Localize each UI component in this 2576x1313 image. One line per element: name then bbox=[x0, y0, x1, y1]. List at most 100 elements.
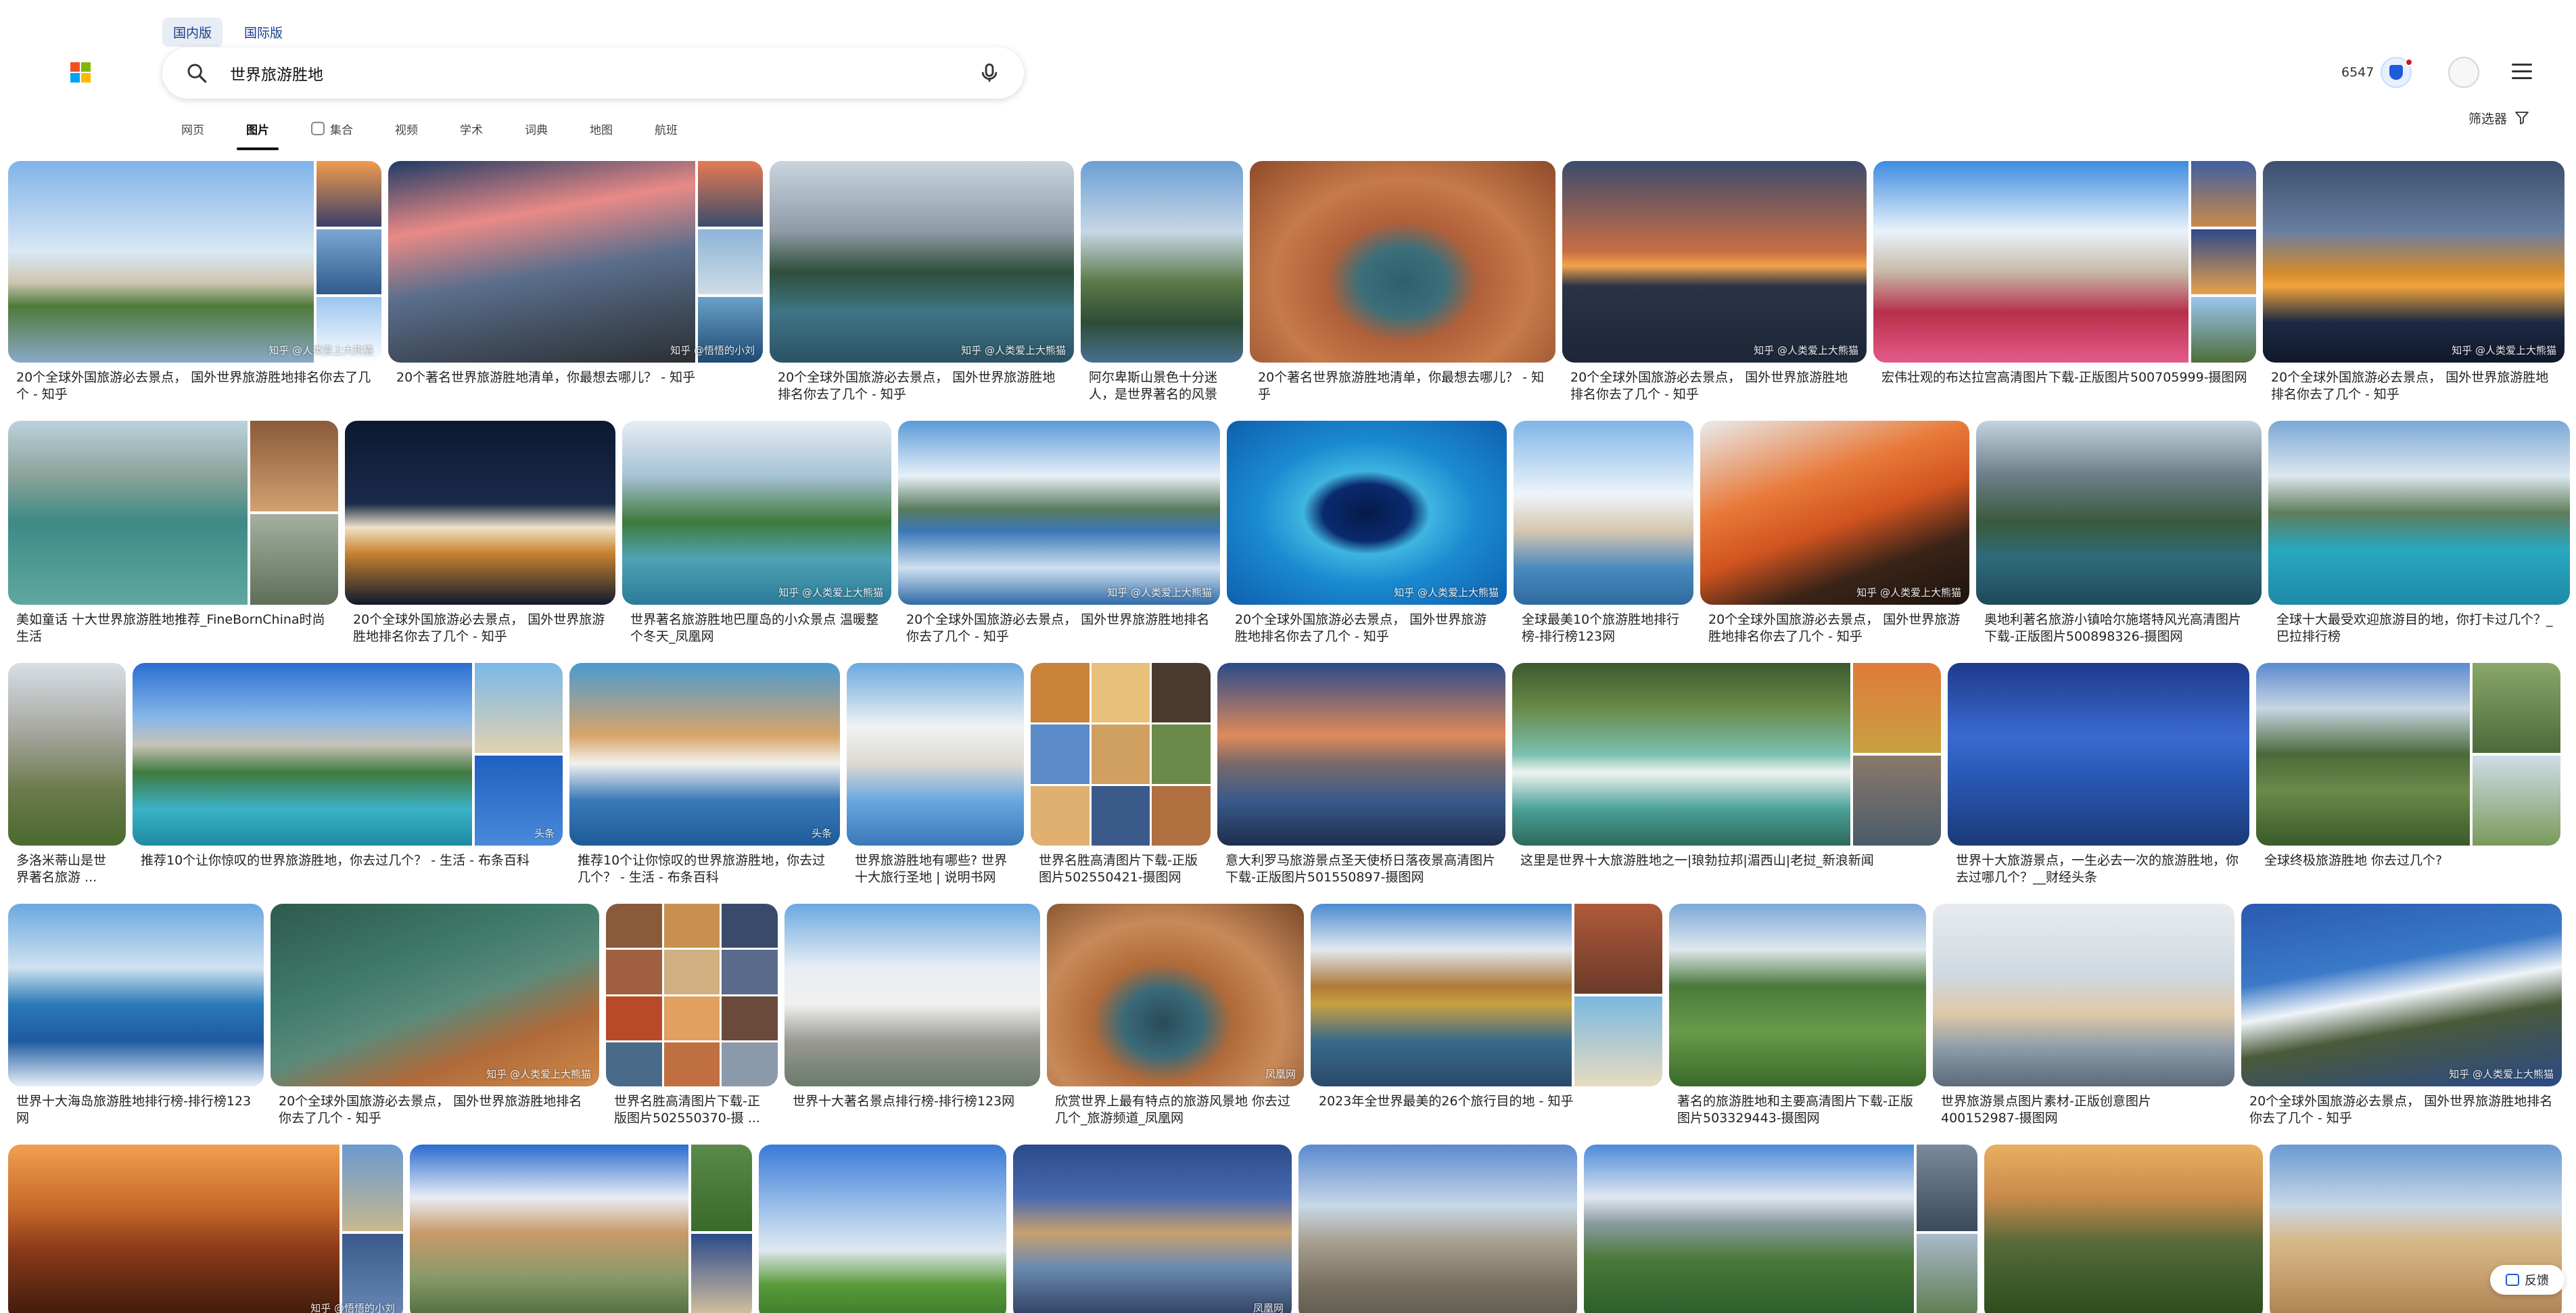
image-result[interactable]: 知乎 @人类爱上大熊猫 20个全球外国旅游必去景点， 国外世界旅游胜地排名你去了… bbox=[271, 904, 599, 1127]
tab-flights[interactable]: 航班 bbox=[655, 115, 678, 142]
image-result[interactable]: 知乎 @人类爱上大熊猫 20个全球外国旅游必去景点， 国外世界旅游胜地排名你去了… bbox=[2241, 904, 2562, 1127]
image-result[interactable]: 世界名胜高清图片下载-正版图片502550421-摄图网 bbox=[1031, 663, 1211, 886]
bali-temple-image bbox=[8, 904, 264, 1086]
bali-cliff-image bbox=[622, 421, 891, 605]
potala-palace-image bbox=[1873, 161, 2188, 363]
image-result[interactable] bbox=[410, 1145, 752, 1313]
great-wall-image bbox=[1984, 1145, 2263, 1313]
image-result[interactable]: 20个著名世界旅游胜地清单，你最想去哪儿？ - 知乎 bbox=[1250, 161, 1555, 403]
feedback-button[interactable]: 反馈 bbox=[2490, 1265, 2565, 1295]
result-caption: 20个著名世界旅游胜地清单，你最想去哪儿？ - 知乎 bbox=[1258, 370, 1545, 402]
region-switch: 国内版 国际版 bbox=[162, 18, 294, 47]
result-row: 知乎 @人类爱上大热猫 20个全球外国旅游必去景点， 国外世界旅游胜地排名你去了… bbox=[8, 161, 2576, 403]
image-result[interactable]: 世界旅游胜地有哪些? 世界十大旅行圣地 | 说明书网 bbox=[847, 663, 1024, 886]
image-result[interactable]: 20个全球外国旅游必去景点， 国外世界旅游胜地排名你去了几个 - 知乎 bbox=[345, 421, 615, 645]
image-result[interactable]: 世界十大旅游景点，一生必去一次的旅游胜地，你去过哪几个？__财经头条 bbox=[1948, 663, 2249, 886]
tab-collections[interactable]: 集合 bbox=[311, 115, 353, 142]
image-result[interactable]: 头条 推荐10个让你惊叹的世界旅游胜地，你去过几个？ - 生活 - 布条百科 bbox=[569, 663, 840, 886]
user-avatar-icon[interactable] bbox=[2448, 57, 2479, 88]
result-caption: 全球最美10个旅游胜地排行榜-排行榜123网 bbox=[1522, 612, 1680, 644]
result-caption: 20个全球外国旅游必去景点， 国外世界旅游胜地排名你去了几个 - 知乎 bbox=[1235, 612, 1487, 644]
image-result[interactable] bbox=[1984, 1145, 2263, 1313]
halong-bay-image bbox=[8, 421, 248, 605]
search-icon[interactable] bbox=[185, 62, 208, 85]
tab-images[interactable]: 图片 bbox=[237, 115, 279, 150]
mountain-lake-autumn-image bbox=[1311, 904, 1572, 1086]
world-landmarks-collage-image bbox=[606, 904, 778, 1086]
region-tab-international[interactable]: 国际版 bbox=[233, 18, 294, 47]
lake-bled-image bbox=[898, 421, 1220, 605]
filter-button[interactable]: 筛选器 bbox=[2468, 108, 2530, 127]
result-caption: 这里是世界十大旅游胜地之一|琅勃拉邦|湄西山|老挝_新浪新闻 bbox=[1520, 853, 1874, 868]
tab-academic[interactable]: 学术 bbox=[460, 115, 483, 142]
image-result[interactable]: 著名的旅游胜地和主要高清图片下载-正版图片503329443-摄图网 bbox=[1669, 904, 1926, 1127]
image-result[interactable]: 阿尔卑斯山景色十分迷人，是世界著名的风景 bbox=[1081, 161, 1243, 403]
image-result[interactable]: 知乎 @人类爱上大熊猫 20个全球外国旅游必去景点， 国外世界旅游胜地排名你去了… bbox=[1700, 421, 1969, 645]
image-result[interactable]: 世界旅游景点图片素材-正版创意图片400152987-摄图网 bbox=[1933, 904, 2234, 1127]
result-caption: 世界名胜高清图片下载-正版图片502550421-摄图网 bbox=[1039, 853, 1198, 885]
tab-dictionary[interactable]: 词典 bbox=[525, 115, 548, 142]
image-result[interactable]: 这里是世界十大旅游胜地之一|琅勃拉邦|湄西山|老挝_新浪新闻 bbox=[1512, 663, 1941, 886]
result-caption: 20个全球外国旅游必去景点， 国外世界旅游胜地排名你去了几个 - 知乎 bbox=[16, 370, 371, 402]
image-result[interactable]: 知乎 @人类爱上大熊猫 20个全球外国旅游必去景点， 国外世界旅游胜地排名你去了… bbox=[2263, 161, 2565, 403]
collections-icon bbox=[311, 122, 325, 135]
hamburger-menu-icon[interactable] bbox=[2512, 64, 2532, 80]
image-result[interactable]: 知乎 @人类爱上大热猫 20个全球外国旅游必去景点， 国外世界旅游胜地排名你去了… bbox=[8, 161, 381, 403]
horseshoe-bend-2-image bbox=[1047, 904, 1304, 1086]
image-result[interactable]: 全球最美10个旅游胜地排行榜-排行榜123网 bbox=[1514, 421, 1693, 645]
image-result[interactable]: 知乎 @人类爱上大熊猫 20个全球外国旅游必去景点， 国外世界旅游胜地排名你去了… bbox=[770, 161, 1074, 403]
venice-image bbox=[1514, 421, 1693, 605]
mic-icon[interactable] bbox=[978, 62, 1001, 85]
image-result[interactable]: 意大利罗马旅游景点圣天使桥日落夜景高清图片下载-正版图片501550897-摄图… bbox=[1217, 663, 1505, 886]
image-result[interactable]: 美如童话 十大世界旅游胜地推荐_FineBornChina时尚生活 bbox=[8, 421, 338, 645]
result-caption: 著名的旅游胜地和主要高清图片下载-正版图片503329443-摄图网 bbox=[1677, 1094, 1913, 1126]
image-result[interactable]: 2023年全世界最美的26个旅行目的地 - 知乎 bbox=[1311, 904, 1662, 1127]
image-result[interactable] bbox=[759, 1145, 1006, 1313]
image-result[interactable]: 头条 推荐10个让你惊叹的世界旅游胜地，你去过几个？ - 生活 - 布条百科 bbox=[133, 663, 563, 886]
result-caption: 奥地利著名旅游小镇哈尔施塔特风光高清图片下载-正版图片500898326-摄图网 bbox=[1984, 612, 2242, 644]
result-caption: 欣赏世界上最有特点的旅游风景地 你去过几个_旅游频道_凤凰网 bbox=[1055, 1094, 1291, 1126]
microsoft-logo[interactable] bbox=[70, 62, 91, 83]
tab-maps[interactable]: 地图 bbox=[590, 115, 613, 142]
image-result[interactable]: 多洛米蒂山是世界著名旅游 ... bbox=[8, 663, 126, 886]
kuang-si-falls-image bbox=[1512, 663, 1850, 846]
image-result[interactable] bbox=[1298, 1145, 1577, 1313]
rewards-points[interactable]: 6547 bbox=[2341, 65, 2374, 80]
taj-mahal-day-image bbox=[784, 904, 1040, 1086]
result-caption: 多洛米蒂山是世界著名旅游 ... bbox=[16, 853, 107, 885]
vertical-tabs: 网页 图片 集合 视频 学术 词典 地图 航班 bbox=[181, 115, 720, 150]
santorini-image bbox=[569, 663, 840, 846]
image-result[interactable]: 全球十大最受欢迎旅游目的地，你打卡过几个？_巴拉排行榜 bbox=[2268, 421, 2570, 645]
image-result[interactable]: 全球终极旅游胜地 你去过几个? bbox=[2256, 663, 2560, 886]
image-result[interactable]: 知乎 @人类爱上大熊猫 20个全球外国旅游必去景点， 国外世界旅游胜地排名你去了… bbox=[1562, 161, 1867, 403]
image-result[interactable]: 宏伟壮观的布达拉宫高清图片下载-正版图片500705999-摄图网 bbox=[1873, 161, 2256, 403]
image-result[interactable]: 凤凰网 bbox=[1013, 1145, 1292, 1313]
result-caption: 世界旅游景点图片素材-正版创意图片400152987-摄图网 bbox=[1941, 1094, 2151, 1126]
world-landmarks-illustration-image bbox=[1933, 904, 2234, 1086]
blue-hole-image bbox=[1227, 421, 1507, 605]
result-caption: 世界十大旅游景点，一生必去一次的旅游胜地，你去过哪几个？__财经头条 bbox=[1956, 853, 2239, 885]
image-result[interactable]: 知乎 @人类爱上大熊猫 20个全球外国旅游必去景点， 国外世界旅游胜地排名你去了… bbox=[898, 421, 1220, 645]
image-result[interactable]: 知乎 @人类爱上大熊猫 世界著名旅游胜地巴厘岛的小众景点 温暖整个冬天_凤凰网 bbox=[622, 421, 891, 645]
image-result[interactable] bbox=[1584, 1145, 1977, 1313]
result-row: 世界十大海岛旅游胜地排行榜-排行榜123网 知乎 @人类爱上大熊猫 20个全球外… bbox=[8, 904, 2576, 1127]
image-result[interactable]: 奥地利著名旅游小镇哈尔施塔特风光高清图片下载-正版图片500898326-摄图网 bbox=[1976, 421, 2262, 645]
dolomites-image bbox=[8, 663, 126, 846]
region-tab-domestic[interactable]: 国内版 bbox=[162, 18, 223, 47]
result-caption: 阿尔卑斯山景色十分迷人，是世界著名的风景 bbox=[1089, 370, 1218, 402]
image-result[interactable]: 知乎 @人类爱上大熊猫 20个全球外国旅游必去景点， 国外世界旅游胜地排名你去了… bbox=[1227, 421, 1507, 645]
image-result[interactable]: 知乎 @悟悟的小刘 bbox=[8, 1145, 403, 1313]
horseshoe-bend-image bbox=[1250, 161, 1555, 363]
rewards-icon[interactable] bbox=[2381, 57, 2413, 88]
search-input[interactable] bbox=[230, 64, 978, 82]
image-result[interactable]: 世界十大海岛旅游胜地排行榜-排行榜123网 bbox=[8, 904, 264, 1127]
alps-image bbox=[1081, 161, 1243, 363]
image-result[interactable]: 知乎 @悟悟的小刘 20个著名世界旅游胜地清单，你最想去哪儿？ - 知乎 bbox=[388, 161, 763, 403]
tab-web[interactable]: 网页 bbox=[181, 115, 204, 142]
sant-angelo-bridge-image bbox=[1217, 663, 1505, 846]
tab-videos[interactable]: 视频 bbox=[395, 115, 418, 142]
image-result[interactable]: 世界名胜高清图片下载-正版图片502550370-摄 ... bbox=[606, 904, 778, 1127]
image-result[interactable]: 凤凰网 欣赏世界上最有特点的旅游风景地 你去过几个_旅游频道_凤凰网 bbox=[1047, 904, 1304, 1127]
image-result[interactable]: 世界十大著名景点排行榜-排行榜123网 bbox=[784, 904, 1040, 1127]
feedback-icon bbox=[2506, 1274, 2519, 1286]
